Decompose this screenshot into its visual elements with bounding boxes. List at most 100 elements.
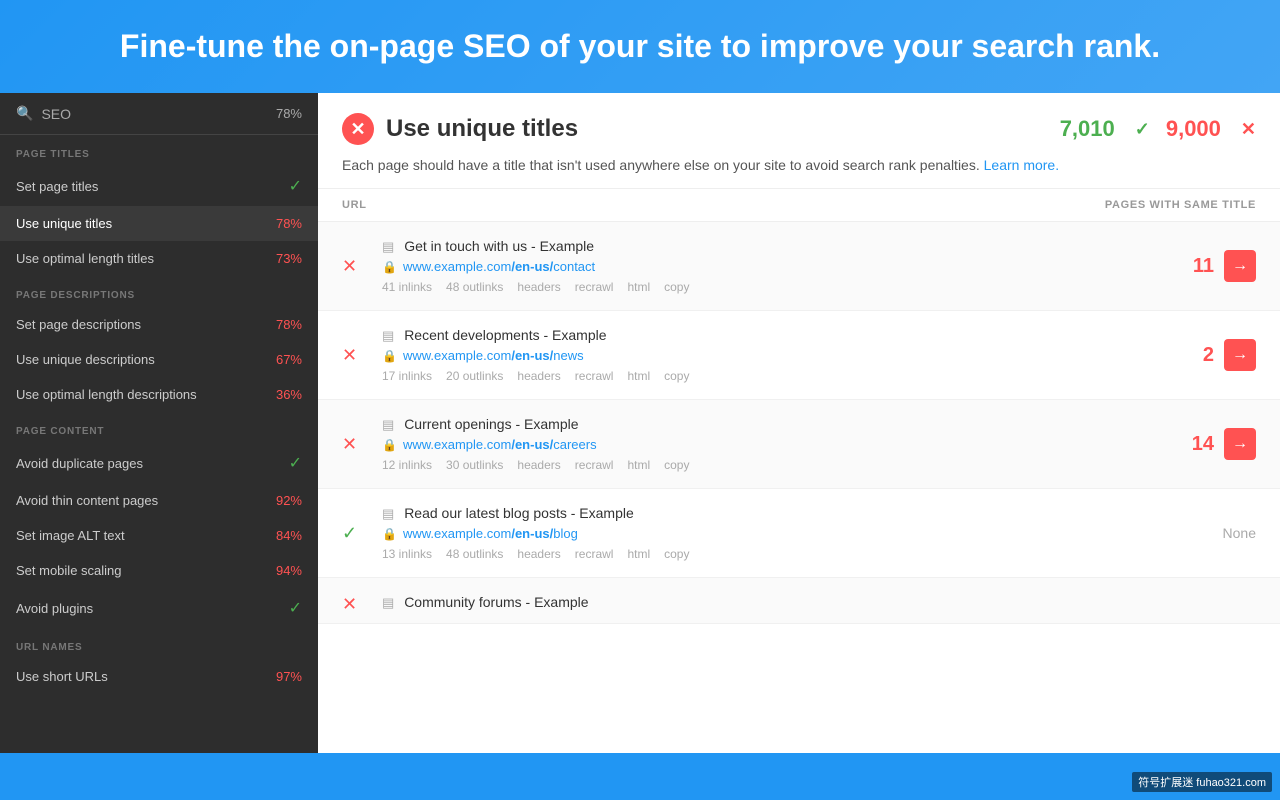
sidebar-item-use-short-urls[interactable]: Use short URLs 97%	[0, 659, 318, 694]
row-url[interactable]: www.example.com/en-us/contact	[403, 259, 595, 274]
sidebar-item-use-unique-titles[interactable]: Use unique titles 78%	[0, 206, 318, 241]
sidebar-item-pct: 73%	[276, 251, 302, 266]
sidebar-item-pct: 36%	[276, 387, 302, 402]
sidebar-item-avoid-thin-content-pages[interactable]: Avoid thin content pages 92%	[0, 483, 318, 518]
page-doc-icon: ▤	[382, 239, 394, 255]
sidebar-search-left: 🔍 SEO	[16, 105, 71, 122]
row-status-icon: ✕	[342, 434, 366, 455]
row-url-line: 🔒 www.example.com/en-us/blog	[382, 526, 1207, 541]
pages-count: None	[1223, 525, 1256, 541]
table-row: ✕ ▤ Get in touch with us - Example 🔒 www…	[318, 222, 1280, 311]
sidebar-item-use-optimal-length-descriptions[interactable]: Use optimal length descriptions 36%	[0, 377, 318, 412]
content-header: ✕ Use unique titles 7,010 ✓ 9,000 ✕ Each…	[318, 93, 1280, 189]
sidebar-item-label: Use unique descriptions	[16, 352, 155, 367]
sidebar-item-label: Set mobile scaling	[16, 563, 122, 578]
header-title: Fine-tune the on-page SEO of your site t…	[20, 28, 1260, 65]
sidebar-item-pct: 92%	[276, 493, 302, 508]
stat-good-count: 7,010	[1060, 116, 1115, 142]
content-description: Each page should have a title that isn't…	[342, 155, 1256, 176]
sidebar-item-use-unique-descriptions[interactable]: Use unique descriptions 67%	[0, 342, 318, 377]
content-title: Use unique titles	[386, 115, 578, 143]
row-page-title: ▤ Community forums - Example	[382, 594, 1256, 611]
sidebar: 🔍 SEO 78% PAGE TITLES Set page titles ✓ …	[0, 93, 318, 753]
check-icon: ✓	[289, 453, 302, 473]
sidebar-section-page-descriptions: PAGE DESCRIPTIONS	[0, 276, 318, 307]
row-status-icon: ✕	[342, 594, 366, 615]
row-links: 41 inlinks 48 outlinks headers recrawl h…	[382, 280, 1177, 294]
row-status-icon: ✓	[342, 523, 366, 544]
col-pages-label: PAGES WITH SAME TITLE	[1105, 199, 1256, 211]
stat-bad-count: 9,000	[1166, 116, 1221, 142]
lock-icon: 🔒	[382, 349, 397, 363]
row-right: 11 →	[1193, 250, 1256, 282]
sidebar-item-set-image-alt-text[interactable]: Set image ALT text 84%	[0, 518, 318, 553]
sidebar-search: 🔍 SEO 78%	[0, 93, 318, 135]
row-links: 17 inlinks 20 outlinks headers recrawl h…	[382, 369, 1187, 383]
sidebar-item-set-page-descriptions[interactable]: Set page descriptions 78%	[0, 307, 318, 342]
row-url[interactable]: www.example.com/en-us/blog	[403, 526, 578, 541]
row-url-line: 🔒 www.example.com/en-us/news	[382, 348, 1187, 363]
check-stat-icon: ✓	[1135, 119, 1150, 140]
sidebar-section-page-content: PAGE CONTENT	[0, 412, 318, 443]
sidebar-item-label: Use short URLs	[16, 669, 108, 684]
sidebar-item-set-page-titles[interactable]: Set page titles ✓	[0, 166, 318, 206]
sidebar-item-label: Use optimal length descriptions	[16, 387, 197, 402]
title-error-icon: ✕	[342, 113, 374, 145]
sidebar-item-pct: 67%	[276, 352, 302, 367]
sidebar-item-avoid-plugins[interactable]: Avoid plugins ✓	[0, 588, 318, 628]
content-stats: 7,010 ✓ 9,000 ✕	[1060, 116, 1256, 142]
table-header: URL PAGES WITH SAME TITLE	[318, 189, 1280, 222]
row-navigate-button[interactable]: →	[1224, 339, 1256, 371]
row-content: ▤ Read our latest blog posts - Example 🔒…	[382, 505, 1207, 561]
sidebar-search-pct: 78%	[276, 106, 302, 121]
table-row: ✓ ▤ Read our latest blog posts - Example…	[318, 489, 1280, 578]
sidebar-item-pct: 78%	[276, 317, 302, 332]
row-links: 12 inlinks 30 outlinks headers recrawl h…	[382, 458, 1176, 472]
row-url[interactable]: www.example.com/en-us/news	[403, 348, 584, 363]
learn-more-link[interactable]: Learn more.	[984, 157, 1059, 173]
sidebar-item-label: Use optimal length titles	[16, 251, 154, 266]
table-row: ✕ ▤ Current openings - Example 🔒 www.exa…	[318, 400, 1280, 489]
row-content: ▤ Get in touch with us - Example 🔒 www.e…	[382, 238, 1177, 294]
header-banner: Fine-tune the on-page SEO of your site t…	[0, 0, 1280, 93]
row-content: ▤ Recent developments - Example 🔒 www.ex…	[382, 327, 1187, 383]
row-navigate-button[interactable]: →	[1224, 250, 1256, 282]
sidebar-item-use-optimal-length-titles[interactable]: Use optimal length titles 73%	[0, 241, 318, 276]
row-page-title: ▤ Current openings - Example	[382, 416, 1176, 433]
row-url[interactable]: www.example.com/en-us/careers	[403, 437, 597, 452]
main-container: 🔍 SEO 78% PAGE TITLES Set page titles ✓ …	[0, 93, 1280, 753]
pages-count: 2	[1203, 344, 1214, 367]
sidebar-section-page-titles: PAGE TITLES	[0, 135, 318, 166]
sidebar-item-avoid-duplicate-pages[interactable]: Avoid duplicate pages ✓	[0, 443, 318, 483]
table-row: ✕ ▤ Community forums - Example	[318, 578, 1280, 624]
row-status-icon: ✕	[342, 256, 366, 277]
sidebar-item-label: Set page descriptions	[16, 317, 141, 332]
check-icon: ✓	[289, 176, 302, 196]
row-right: None	[1223, 525, 1256, 541]
row-url-line: 🔒 www.example.com/en-us/contact	[382, 259, 1177, 274]
lock-icon: 🔒	[382, 527, 397, 541]
sidebar-item-label: Use unique titles	[16, 216, 112, 231]
row-right: 14 →	[1192, 428, 1256, 460]
page-doc-icon: ▤	[382, 417, 394, 433]
sidebar-item-label: Set image ALT text	[16, 528, 125, 543]
page-doc-icon: ▤	[382, 595, 394, 611]
row-content: ▤ Community forums - Example	[382, 594, 1256, 615]
search-icon: 🔍	[16, 105, 33, 122]
col-url-label: URL	[342, 199, 367, 211]
sidebar-item-label: Avoid plugins	[16, 601, 93, 616]
row-page-title: ▤ Read our latest blog posts - Example	[382, 505, 1207, 522]
sidebar-item-set-mobile-scaling[interactable]: Set mobile scaling 94%	[0, 553, 318, 588]
row-url-line: 🔒 www.example.com/en-us/careers	[382, 437, 1176, 452]
sidebar-item-pct: 84%	[276, 528, 302, 543]
row-page-title: ▤ Recent developments - Example	[382, 327, 1187, 344]
check-icon: ✓	[289, 598, 302, 618]
sidebar-item-pct: 94%	[276, 563, 302, 578]
row-right: 2 →	[1203, 339, 1256, 371]
sidebar-item-label: Avoid duplicate pages	[16, 456, 143, 471]
sidebar-item-pct: 97%	[276, 669, 302, 684]
page-doc-icon: ▤	[382, 506, 394, 522]
row-navigate-button[interactable]: →	[1224, 428, 1256, 460]
content-title-left: ✕ Use unique titles	[342, 113, 578, 145]
row-links: 13 inlinks 48 outlinks headers recrawl h…	[382, 547, 1207, 561]
